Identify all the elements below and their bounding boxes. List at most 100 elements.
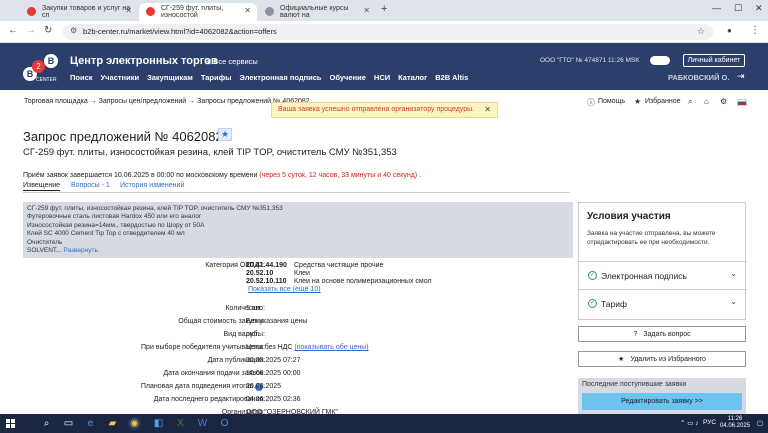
help-icon[interactable]: ⓘ: [587, 97, 595, 108]
accordion-signature[interactable]: ✓ Электронная подпись ⌄: [579, 261, 747, 288]
address-bar: ← → ↻ ⚙ b2b-center.ru/market/view.html?i…: [0, 21, 768, 43]
accordion-label: Тариф: [601, 299, 628, 309]
new-tab-icon[interactable]: +: [381, 3, 387, 15]
edit-bid-button[interactable]: Редактировать заявку >>: [582, 393, 742, 410]
site-favicon-icon: [146, 7, 155, 16]
site-info-icon[interactable]: ⚙: [70, 26, 77, 35]
description-line: Очиститель: [27, 238, 63, 246]
system-clock[interactable]: 11:26 04.06.2025: [720, 416, 750, 430]
close-icon[interactable]: ✕: [363, 6, 370, 15]
show-all-okpd-link[interactable]: Показать все (ещё 10): [248, 286, 321, 293]
browser-tab-strip: Закупки товаров и услуг на сп ✕ СГ-259 ф…: [0, 0, 768, 21]
gear-icon[interactable]: ⚙: [720, 97, 727, 106]
expand-link[interactable]: Развернуть: [63, 247, 97, 254]
url-field[interactable]: ⚙ b2b-center.ru/market/view.html?id=4062…: [63, 24, 713, 40]
star-icon: ★: [618, 356, 625, 363]
procedure-tabs: Извещение Вопросы - 1 История изменений: [23, 182, 570, 193]
help-link[interactable]: Помощь: [598, 98, 625, 105]
site-header: B B 2 CENTER Центр электронных торгов ⊞ …: [0, 43, 768, 90]
chrome-icon[interactable]: ◉: [128, 417, 141, 430]
mode-toggle[interactable]: [650, 56, 670, 65]
folder-icon[interactable]: ▰: [106, 417, 119, 430]
recent-bids-panel: Последние поступившие заявки Редактирова…: [578, 378, 746, 414]
deadline-period: .: [419, 172, 422, 179]
search-icon[interactable]: ⌕: [40, 417, 53, 430]
accordion-tariff[interactable]: ✓ Тариф ⌄: [579, 289, 747, 316]
breadcrumb[interactable]: Торговая площадка → Запросы цен/предложе…: [24, 98, 310, 105]
participation-card: Условия участия Заявка на участие отправ…: [578, 202, 747, 320]
close-icon[interactable]: ✕: [125, 6, 132, 15]
back-icon[interactable]: ←: [8, 25, 18, 36]
b2b-center-logo[interactable]: B B 2 CENTER: [20, 47, 60, 87]
okpd-name: Клеи на основе полимеризационных смол: [294, 278, 432, 285]
okpd-code: 20.52.10.110: [246, 278, 287, 285]
browser-tab[interactable]: Официальные курсы валют на ✕: [258, 3, 376, 21]
remove-favorite-button[interactable]: ★ Удалить из Избранного: [578, 351, 746, 367]
participation-title: Условия участия: [587, 211, 671, 222]
menu-dots-icon[interactable]: ⋮: [750, 25, 760, 36]
language-indicator[interactable]: РУС: [703, 419, 716, 426]
nav-item-participants[interactable]: Участники: [101, 73, 140, 82]
winner-value: Цена без НДС (показывать обе цены): [246, 344, 369, 351]
windows-start-icon[interactable]: [6, 419, 15, 428]
forward-icon[interactable]: →: [26, 25, 36, 36]
tab-questions[interactable]: Вопросы - 1: [71, 182, 110, 189]
tab-notice[interactable]: Извещение: [23, 182, 61, 191]
okpd-list: 20.41.44.190 Средства чистящие прочие 20.…: [246, 262, 432, 294]
tray-icons[interactable]: ⌃ ▭ ♪: [680, 419, 698, 427]
total-value: Без указания цены: [246, 318, 308, 325]
nav-item-catalog[interactable]: Каталог: [398, 73, 427, 82]
search-icon[interactable]: ⌕: [688, 97, 692, 107]
nav-item-training[interactable]: Обучение: [330, 73, 366, 82]
main-nav: Поиск Участники Закупщикам Тарифы Электр…: [70, 73, 468, 82]
close-icon[interactable]: ✕: [484, 105, 491, 114]
outlook-icon[interactable]: O: [218, 417, 231, 430]
minimize-icon[interactable]: —: [712, 3, 721, 13]
quantity-value: 1 шт.: [246, 305, 262, 312]
tab-title: Закупки товаров и услуг на сп: [42, 5, 131, 19]
all-services-button[interactable]: ⊞ Все сервисы: [205, 57, 258, 66]
ask-question-button[interactable]: ? Задать вопрос: [578, 326, 746, 342]
windows-taskbar: ⌕ ▭ e ▰ ◉ ◧ X W O ⌃ ▭ ♪ РУС 11:26 04.06.…: [0, 414, 768, 433]
user-name[interactable]: РАБКОВСКИЙ О.: [668, 73, 729, 82]
logout-icon[interactable]: ⇥: [737, 71, 745, 82]
close-icon[interactable]: ✕: [244, 6, 251, 15]
star-icon[interactable]: ★: [634, 97, 641, 106]
notification-icon[interactable]: ▢: [757, 419, 763, 427]
show-both-prices-link[interactable]: (показывать обе цены): [294, 344, 368, 351]
check-circle-icon: ✓: [588, 271, 597, 280]
excel-icon[interactable]: X: [174, 417, 187, 430]
profile-icon[interactable]: ●: [727, 26, 732, 35]
favorites-link[interactable]: Избранное: [645, 98, 680, 105]
basket-icon[interactable]: ⌂: [704, 97, 709, 106]
app-icon[interactable]: ◧: [152, 417, 165, 430]
bookmark-star-icon[interactable]: ☆: [697, 26, 705, 37]
org-info: ООО "ГТО" № 474871 11:26 MSK: [540, 57, 640, 64]
brand-title[interactable]: Центр электронных торгов: [70, 55, 218, 67]
nav-item-nsi[interactable]: НСИ: [374, 73, 390, 82]
published-value: 30.05.2025 07:27: [246, 357, 301, 364]
maximize-icon[interactable]: ☐: [734, 3, 742, 14]
window-close-icon[interactable]: ✕: [755, 3, 763, 14]
nav-item-altis[interactable]: B2B Altis: [435, 73, 468, 82]
grid-icon: ⊞: [205, 57, 212, 66]
reload-icon[interactable]: ↻: [44, 25, 52, 36]
russian-flag-icon[interactable]: [737, 99, 747, 106]
cabinet-button[interactable]: Личный кабинет: [683, 54, 745, 67]
recent-bids-title: Последние поступившие заявки: [582, 381, 687, 388]
nav-item-buyers[interactable]: Закупщикам: [147, 73, 193, 82]
description-line: Износостойкая резина=14мм., твердостью п…: [27, 221, 205, 229]
task-view-icon[interactable]: ▭: [62, 417, 75, 430]
nav-item-signature[interactable]: Электронная подпись: [240, 73, 322, 82]
browser-tab-active[interactable]: СГ-259 фут. плиты, износостой ✕: [139, 3, 257, 21]
browser-tab[interactable]: Закупки товаров и услуг на сп ✕: [20, 3, 138, 21]
planned-date-label: Плановая дата подведения итогов: [140, 383, 254, 390]
word-icon[interactable]: W: [196, 417, 209, 430]
nav-item-tariffs[interactable]: Тарифы: [201, 73, 232, 82]
favorite-star-icon[interactable]: ★: [218, 128, 232, 141]
edge-icon[interactable]: e: [84, 417, 97, 430]
nav-item-search[interactable]: Поиск: [70, 73, 93, 82]
deadline-info: Приём заявок завершается 10.06.2025 в 00…: [23, 172, 421, 179]
page-subtitle: СГ-259 фут. плиты, износостойкая резина,…: [23, 147, 397, 158]
tab-history[interactable]: История изменений: [120, 182, 184, 189]
